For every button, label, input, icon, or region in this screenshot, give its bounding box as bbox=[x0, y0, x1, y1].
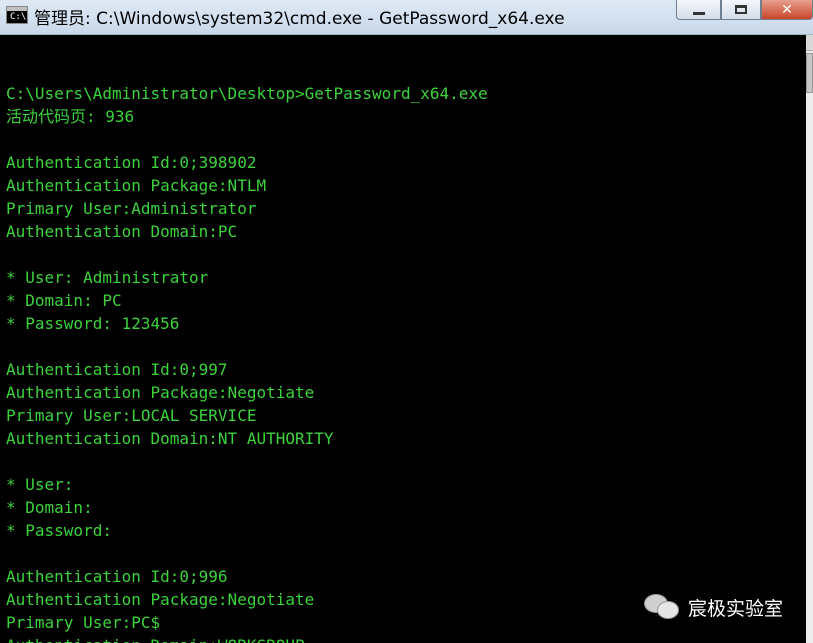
console-line: * Domain: PC bbox=[6, 291, 122, 310]
cmd-icon-label: C:\ bbox=[10, 12, 27, 22]
console-line: * User: Administrator bbox=[6, 268, 209, 287]
console-line: Authentication Id:0;398902 bbox=[6, 153, 257, 172]
console-lines: C:\Users\Administrator\Desktop>GetPasswo… bbox=[6, 59, 488, 643]
console-line: * Domain: bbox=[6, 498, 93, 517]
console-line: Authentication Id:0;997 bbox=[6, 360, 228, 379]
console-line: Authentication Domain:NT AUTHORITY bbox=[6, 429, 334, 448]
console-line: Primary User:LOCAL SERVICE bbox=[6, 406, 257, 425]
maximize-icon bbox=[735, 5, 747, 14]
console-line: Primary User:PC$ bbox=[6, 613, 161, 632]
close-icon: ✕ bbox=[781, 1, 793, 18]
console-line: * Password: bbox=[6, 521, 112, 540]
console-line: Authentication Package:Negotiate bbox=[6, 383, 315, 402]
maximize-button[interactable] bbox=[721, 0, 761, 20]
console-line: * Password: 123456 bbox=[6, 314, 180, 333]
watermark: 宸极实验室 bbox=[644, 592, 783, 622]
console-line: C:\Users\Administrator\Desktop>GetPasswo… bbox=[6, 84, 488, 103]
minimize-button[interactable] bbox=[676, 0, 721, 20]
vertical-scrollbar[interactable] bbox=[806, 35, 813, 643]
scroll-thumb[interactable] bbox=[806, 53, 813, 93]
wechat-icon bbox=[644, 594, 682, 620]
window-title: 管理员: C:\Windows\system32\cmd.exe - GetPa… bbox=[34, 9, 565, 29]
scroll-up-arrow[interactable] bbox=[806, 35, 813, 51]
console-line: * User: bbox=[6, 475, 74, 494]
cmd-app-icon[interactable]: C:\ bbox=[6, 6, 28, 24]
console-line: Authentication Domain:PC bbox=[6, 222, 238, 241]
console-line: 活动代码页: 936 bbox=[6, 107, 135, 126]
console-line: Authentication Domain:WORKGROUP bbox=[6, 634, 488, 643]
minimize-icon bbox=[692, 12, 705, 15]
console-line: Authentication Id:0;996 bbox=[6, 567, 228, 586]
console-line: Authentication Package:Negotiate bbox=[6, 590, 315, 609]
console-line: Authentication Package:NTLM bbox=[6, 176, 267, 195]
title-bar[interactable]: C:\ 管理员: C:\Windows\system32\cmd.exe - G… bbox=[0, 0, 813, 35]
console-line: Primary User:Administrator bbox=[6, 199, 257, 218]
console-output-area[interactable]: C:\Users\Administrator\Desktop>GetPasswo… bbox=[0, 35, 806, 643]
watermark-text: 宸极实验室 bbox=[688, 597, 784, 620]
close-button[interactable]: ✕ bbox=[761, 0, 813, 20]
